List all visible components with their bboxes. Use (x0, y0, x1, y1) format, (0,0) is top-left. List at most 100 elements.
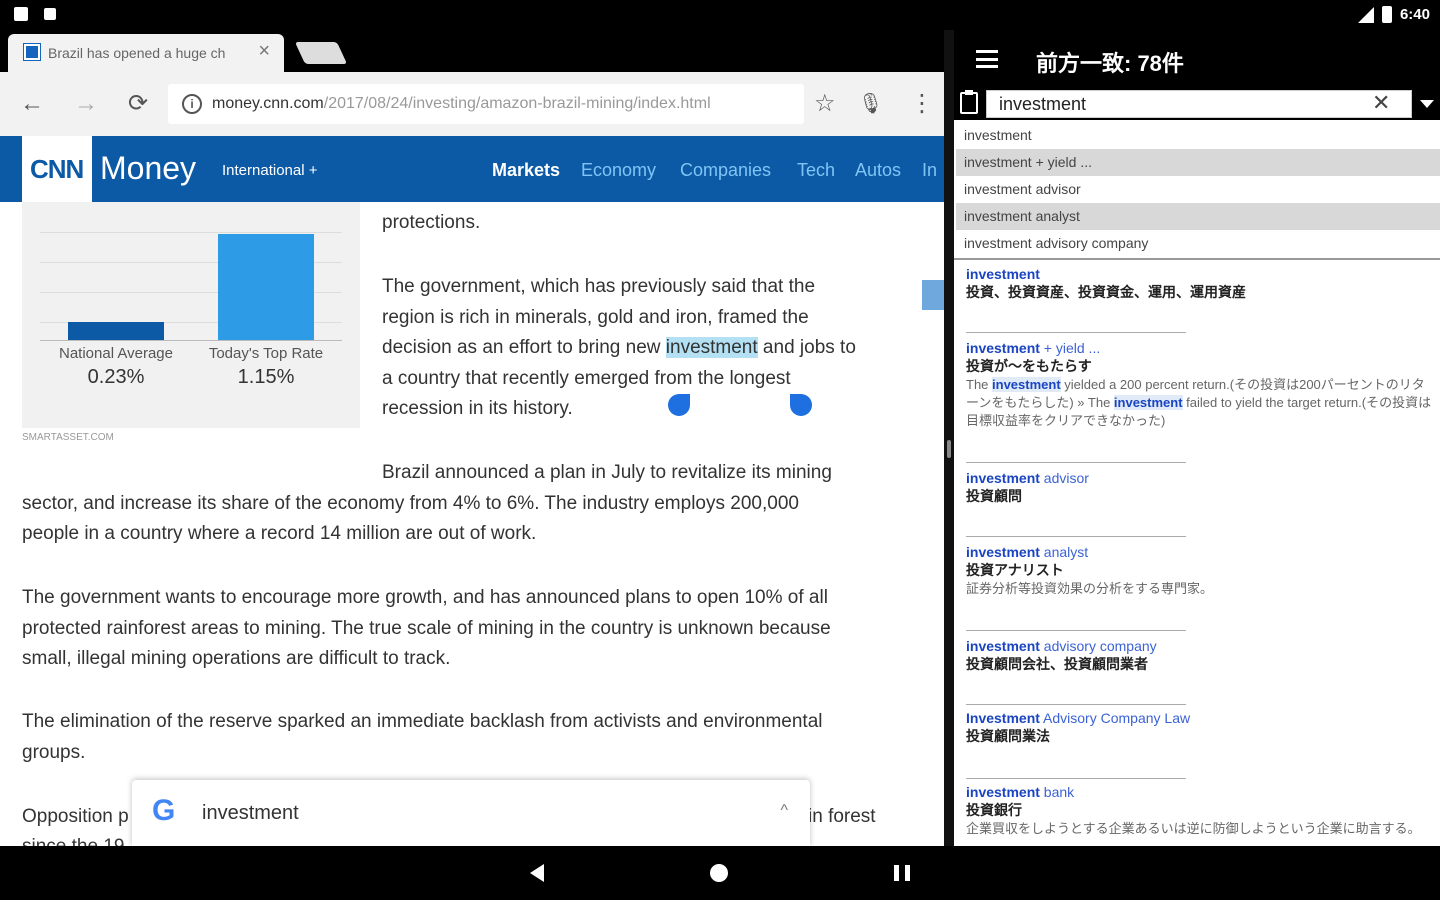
nav-markets[interactable]: Markets (492, 160, 560, 181)
entry-translation: 投資、投資資産、投資資金、運用、運用資産 (966, 284, 1246, 300)
dict-search-input[interactable]: investment (986, 90, 1412, 118)
entry-keyword: investment (966, 544, 1040, 560)
chart-source: SMARTASSET.COM (22, 432, 114, 443)
text-line: protected rainforest areas to mining. Th… (22, 617, 831, 639)
cnn-logo[interactable]: CNN (22, 136, 92, 202)
entry-example: The investment yielded a 200 percent ret… (966, 376, 1432, 430)
text-line: decision as an effort to bring new inves… (382, 333, 922, 364)
split-screen-icon[interactable] (894, 865, 910, 881)
text-line: a country that recently emerged from the… (382, 367, 791, 389)
entry-example: 証券分析等投資効果の分析をする専門家。 (966, 581, 1214, 596)
entry-example: 企業買収をしようとする企業あるいは逆に防御しようという企業に助言する。 (966, 821, 1421, 836)
entry-separator (966, 778, 1186, 779)
bar-label: National Average (59, 345, 173, 362)
bar-national-average (68, 322, 164, 340)
bookmark-star-icon[interactable]: ☆ (814, 90, 836, 118)
clipboard-icon[interactable] (960, 90, 978, 114)
side-tab[interactable] (922, 280, 944, 310)
notification-icon (44, 8, 56, 20)
text-line: groups. (22, 741, 86, 763)
google-query: investment (202, 802, 299, 824)
entry-keyword: investment (966, 266, 1040, 282)
text-line: recession in its history. (382, 398, 573, 419)
address-bar[interactable]: i money.cnn.com/2017/08/24/investing/ama… (168, 84, 804, 124)
paragraph: The elimination of the reserve sparked a… (22, 707, 922, 768)
text-line: The government, which has previously sai… (382, 276, 816, 297)
text-line: Opposition p (22, 806, 129, 827)
entry-translation: 投資顧問会社、投資顧問業者 (966, 656, 1148, 672)
dict-entry[interactable]: investment advisor 投資顧問 (966, 470, 1432, 506)
site-info-icon[interactable]: i (182, 94, 202, 114)
overflow-menu-icon[interactable]: ⋮ (910, 90, 934, 118)
example-keyword: investment (992, 377, 1061, 392)
entry-keyword: investment (966, 340, 1040, 356)
hamburger-menu-icon[interactable] (976, 50, 998, 68)
example-keyword: investment (1113, 395, 1183, 410)
text-line: small, illegal mining operations are dif… (22, 648, 451, 669)
forward-arrow-icon[interactable]: → (74, 90, 98, 118)
entry-rest: advisory company (1039, 638, 1157, 654)
google-search-bar[interactable]: G investment ^ (132, 780, 810, 846)
suggestion-item[interactable]: investment analyst (956, 203, 1440, 230)
suggestion-item[interactable]: investment (956, 122, 1440, 149)
battery-icon (1382, 6, 1392, 23)
paragraph: The government wants to encourage more g… (22, 583, 922, 675)
divider-grip-icon[interactable] (947, 440, 951, 458)
text-line: The elimination of the reserve sparked a… (22, 711, 823, 732)
entry-rest: + yield ... (1039, 340, 1101, 356)
selected-word[interactable]: investment (665, 337, 758, 358)
home-icon[interactable] (710, 864, 728, 882)
dict-entry[interactable]: investment bank 投資銀行 企業買収をしようとする企業あるいは逆に… (966, 784, 1432, 838)
split-divider[interactable] (944, 30, 954, 846)
nav-tech[interactable]: Tech (797, 160, 835, 181)
suggestion-divider (954, 258, 1440, 260)
dict-entry[interactable]: investment analyst 投資アナリスト 証券分析等投資効果の分析を… (966, 544, 1432, 598)
dict-entry[interactable]: investment + yield ... 投資が～をもたらす The inv… (966, 340, 1432, 430)
browser-tab[interactable]: Brazil has opened a huge ch × (8, 34, 284, 72)
clear-icon[interactable]: ✕ (1372, 90, 1390, 116)
chevron-up-icon[interactable]: ^ (780, 802, 788, 820)
entry-separator (966, 462, 1186, 463)
nav-more[interactable]: In (922, 160, 937, 181)
suggestion-item[interactable]: investment advisor (956, 176, 1440, 203)
bar-label: Today's Top Rate (208, 345, 324, 362)
entry-separator (966, 704, 1186, 705)
dictionary-app: 前方一致: 78件 investment ✕ investment invest… (954, 30, 1440, 846)
selection-handle-end[interactable] (790, 394, 812, 416)
text-line: since the 19 (22, 832, 124, 846)
suggestion-item[interactable]: investment + yield ... (956, 149, 1440, 176)
cnn-money-header: CNN Money International + Markets Econom… (0, 136, 944, 202)
back-icon[interactable] (530, 864, 544, 882)
entry-keyword: Investment (966, 710, 1040, 726)
reload-icon[interactable]: ⟳ (128, 90, 148, 118)
suggestion-item[interactable]: investment advisory company (956, 230, 1440, 257)
result-count-title: 前方一致: 78件 (1036, 51, 1184, 76)
edition-selector[interactable]: International + (222, 162, 318, 179)
nav-companies[interactable]: Companies (680, 160, 771, 181)
entry-rest: analyst (1039, 544, 1089, 560)
microphone-icon[interactable]: 🎙 (858, 90, 883, 118)
entry-keyword: investment (966, 784, 1040, 800)
dict-entry[interactable]: investment advisory company 投資顧問会社、投資顧問業… (966, 638, 1432, 674)
back-arrow-icon[interactable]: ← (20, 90, 44, 118)
text-line: in forest (808, 806, 876, 827)
entry-translation: 投資銀行 (966, 802, 1022, 818)
dict-entry[interactable]: investment 投資、投資資産、投資資金、運用、運用資産 (966, 266, 1432, 302)
entry-translation: 投資アナリスト (966, 562, 1064, 578)
new-tab-button[interactable] (294, 42, 348, 64)
dict-entry[interactable]: Investment Advisory Company Law 投資顧問業法 (966, 710, 1432, 746)
url-text[interactable]: money.cnn.com/2017/08/24/investing/amazo… (212, 95, 800, 113)
url-path: /2017/08/24/investing/amazon-brazil-mini… (323, 95, 711, 112)
text-line: The government wants to encourage more g… (22, 587, 828, 608)
entry-translation: 投資顧問 (966, 488, 1022, 504)
cnn-favicon-icon (23, 43, 41, 61)
entry-translation: 投資顧問業法 (966, 728, 1050, 744)
entry-separator (966, 332, 1186, 333)
entry-separator (966, 536, 1186, 537)
money-brand[interactable]: Money (100, 150, 196, 187)
dropdown-arrow-icon[interactable] (1420, 100, 1434, 108)
selection-handle-start[interactable] (668, 394, 690, 416)
close-tab-icon[interactable]: × (258, 40, 270, 63)
nav-autos[interactable]: Autos (855, 160, 901, 181)
nav-economy[interactable]: Economy (581, 160, 656, 181)
